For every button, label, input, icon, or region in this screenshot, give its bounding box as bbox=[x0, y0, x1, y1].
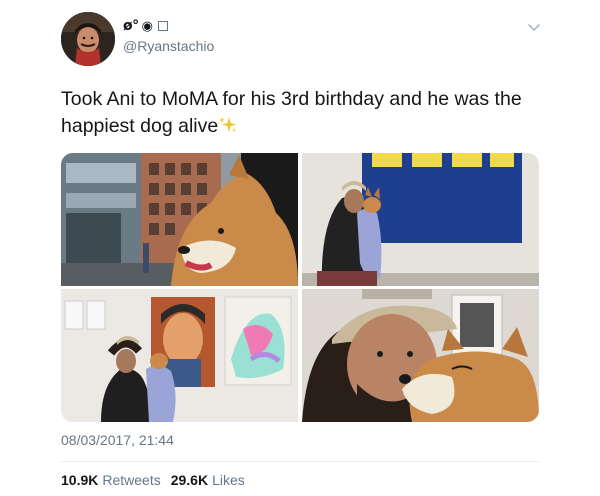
tweet-timestamp[interactable]: 08/03/2017, 21:44 bbox=[61, 432, 174, 448]
sparkles-icon bbox=[219, 117, 237, 132]
divider bbox=[61, 461, 539, 462]
photo-selfie-with-corgi[interactable] bbox=[302, 289, 539, 422]
photo-man-holding-corgi-blue-painting[interactable] bbox=[302, 153, 539, 286]
likes-stat[interactable]: 29.6K Likes bbox=[171, 472, 245, 488]
likes-label: Likes bbox=[212, 472, 245, 488]
avatar-photo bbox=[61, 12, 115, 66]
likes-count: 29.6K bbox=[170, 472, 209, 488]
photo-man-holding-corgi-portraits[interactable] bbox=[61, 289, 298, 422]
avatar[interactable] bbox=[61, 12, 115, 66]
user-handle[interactable]: @Ryanstachio bbox=[123, 38, 214, 54]
retweets-label: Retweets bbox=[102, 472, 161, 488]
tweet-text-body: Took Ani to MoMA for his 3rd birthday an… bbox=[61, 88, 522, 137]
tweet: ø° ◉ @Ryanstachio Took Ani to MoMA for h… bbox=[0, 0, 600, 496]
display-name-text: ø° bbox=[123, 18, 139, 34]
display-name[interactable]: ø° ◉ bbox=[123, 18, 168, 34]
photo-corgi-in-car[interactable] bbox=[61, 153, 298, 286]
display-name-circle: ◉ bbox=[141, 18, 153, 34]
retweets-count: 10.9K bbox=[61, 472, 99, 488]
retweets-stat[interactable]: 10.9K Retweets bbox=[61, 472, 161, 488]
media-grid[interactable] bbox=[61, 153, 539, 422]
tweet-stats: 10.9K Retweets 29.6K Likes bbox=[61, 472, 245, 488]
tweet-text: Took Ani to MoMA for his 3rd birthday an… bbox=[61, 86, 541, 140]
display-name-square-icon bbox=[157, 21, 168, 31]
chevron-down-icon[interactable] bbox=[527, 22, 541, 32]
